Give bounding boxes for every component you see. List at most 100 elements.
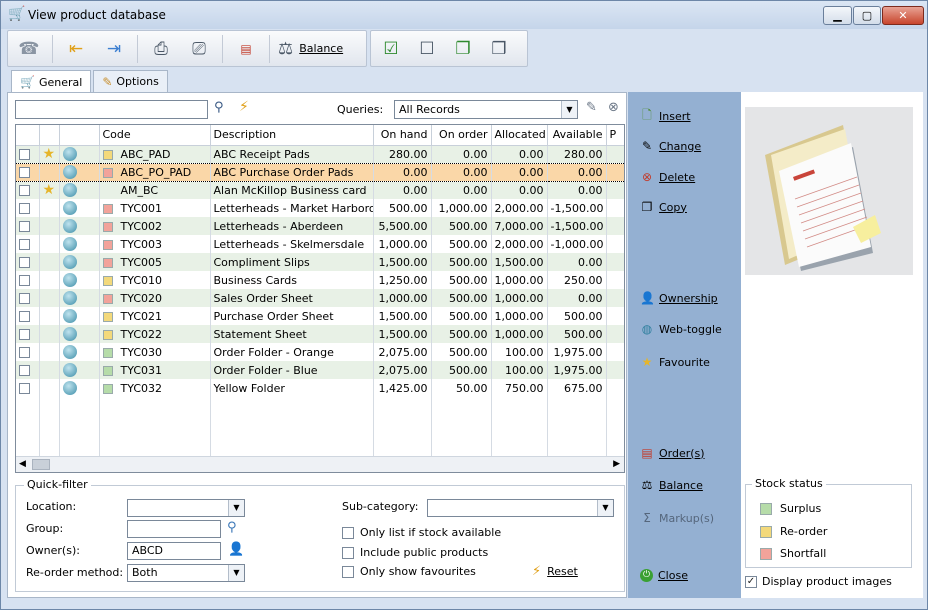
- reset-button[interactable]: ⚡ Reset: [532, 564, 578, 579]
- row-checkbox-cell[interactable]: [16, 307, 40, 325]
- table-row[interactable]: TYC030 Order Folder - Orange 2,075.00 500.0…: [16, 343, 624, 361]
- row-checkbox[interactable]: [19, 347, 30, 358]
- copy-button[interactable]: ❐ Copy: [640, 200, 687, 214]
- row-checkbox-cell[interactable]: [16, 199, 40, 217]
- table-row[interactable]: TYC031 Order Folder - Blue 2,075.00 500.00 1…: [16, 361, 624, 379]
- search-input[interactable]: [15, 100, 208, 119]
- lightning-icon[interactable]: ⚡: [239, 99, 249, 115]
- table-row[interactable]: TYC022 Statement Sheet 1,500.00 500.00 1,000…: [16, 325, 624, 343]
- col-header-on-order[interactable]: On order: [431, 125, 492, 146]
- scroll-left-icon[interactable]: ◀: [19, 459, 26, 469]
- product-grid[interactable]: Code Description On hand On order Alloca…: [15, 124, 625, 473]
- export-arrow-icon[interactable]: ⇥: [99, 35, 129, 63]
- print-icon[interactable]: ⎙: [146, 35, 176, 63]
- table-row[interactable]: TYC002 Letterheads - Aberdeen 5,500.00 500.…: [16, 217, 624, 235]
- import-arrow-icon[interactable]: ⇤: [61, 35, 91, 63]
- favourite-button[interactable]: ★ Favourite: [640, 355, 710, 369]
- col-header-web[interactable]: [59, 125, 100, 146]
- close-window-button[interactable]: ✕: [882, 6, 924, 25]
- only-stock-available-checkbox[interactable]: Only list if stock available: [342, 526, 501, 539]
- row-checkbox-cell[interactable]: [16, 343, 40, 361]
- row-checkbox[interactable]: [19, 275, 30, 286]
- delete-button[interactable]: ⊗ Delete: [640, 170, 695, 184]
- col-header-p[interactable]: P: [606, 125, 624, 146]
- reorder-method-select[interactable]: Both ▼: [127, 564, 245, 582]
- scroll-thumb[interactable]: [32, 459, 50, 470]
- col-header-check[interactable]: [16, 125, 40, 146]
- table-row[interactable]: TYC032 Yellow Folder 1,425.00 50.00 750.00 67…: [16, 379, 624, 397]
- row-checkbox-cell[interactable]: [16, 361, 40, 379]
- row-checkbox-cell[interactable]: [16, 253, 40, 271]
- row-checkbox[interactable]: [19, 365, 30, 376]
- table-row[interactable]: TYC021 Purchase Order Sheet 1,500.00 500.00…: [16, 307, 624, 325]
- change-button[interactable]: ✎ Change: [640, 139, 701, 153]
- location-select[interactable]: ▼: [127, 499, 245, 517]
- display-product-images-checkbox[interactable]: Display product images: [745, 575, 892, 588]
- row-checkbox[interactable]: [19, 149, 30, 160]
- col-header-code[interactable]: Code: [99, 125, 211, 146]
- row-checkbox-cell[interactable]: [16, 181, 40, 199]
- purchase-order-icon[interactable]: ▤: [231, 35, 261, 63]
- select-checked-icon[interactable]: ☑: [377, 35, 405, 63]
- table-row[interactable]: TYC001 Letterheads - Market Harborough500…: [16, 199, 624, 217]
- delete-query-icon[interactable]: ⊗: [608, 100, 619, 115]
- markups-button[interactable]: Σ Markup(s): [640, 511, 714, 525]
- row-checkbox[interactable]: [19, 383, 30, 394]
- table-row[interactable]: TYC020 Sales Order Sheet 1,000.00 500.00 1,0…: [16, 289, 624, 307]
- orders-button[interactable]: ▤ Order(s): [640, 446, 704, 460]
- queries-select[interactable]: All Records ▼: [394, 100, 578, 119]
- col-header-description[interactable]: Description: [210, 125, 374, 146]
- deselect-all-icon[interactable]: ❒: [485, 35, 513, 63]
- row-checkbox[interactable]: [19, 167, 30, 178]
- minimize-button[interactable]: ▁: [823, 6, 852, 25]
- row-checkbox-cell[interactable]: [16, 162, 40, 182]
- row-checkbox[interactable]: [19, 293, 30, 304]
- scroll-right-icon[interactable]: ▶: [613, 459, 620, 469]
- insert-button[interactable]: 🗋 Insert: [640, 106, 690, 127]
- include-public-checkbox[interactable]: Include public products: [342, 546, 488, 559]
- row-checkbox-cell[interactable]: [16, 325, 40, 343]
- horizontal-scrollbar[interactable]: ◀ ▶: [16, 456, 624, 472]
- person-icon[interactable]: 👤: [228, 542, 244, 557]
- select-none-icon[interactable]: ☐: [413, 35, 441, 63]
- search-icon[interactable]: ⚲: [227, 520, 237, 535]
- group-input[interactable]: [127, 520, 221, 538]
- balance-button[interactable]: ⚖ Balance: [640, 478, 703, 492]
- select-all-icon[interactable]: ❐: [449, 35, 477, 63]
- table-row[interactable]: TYC003 Letterheads - Skelmersdale 1,000.00…: [16, 235, 624, 253]
- table-row[interactable]: TYC010 Business Cards 1,250.00 500.00 1,000.…: [16, 271, 624, 289]
- tab-options[interactable]: ✎ Options: [93, 70, 168, 92]
- row-checkbox[interactable]: [19, 239, 30, 250]
- row-checkbox-cell[interactable]: [16, 271, 40, 289]
- row-checkbox-cell[interactable]: [16, 289, 40, 307]
- binoculars-icon[interactable]: ⚲: [214, 100, 224, 115]
- web-toggle-button[interactable]: ◍ Web-toggle: [640, 322, 722, 336]
- col-header-on-hand[interactable]: On hand: [373, 125, 432, 146]
- maximize-button[interactable]: ▢: [853, 6, 881, 25]
- subcategory-select[interactable]: ▼: [427, 499, 614, 517]
- balance-toolbar-button[interactable]: ⚖ Balance: [278, 39, 343, 59]
- tab-general[interactable]: 🛒 General: [11, 70, 92, 93]
- edit-query-icon[interactable]: ✎: [586, 100, 597, 115]
- col-header-available[interactable]: Available: [547, 125, 607, 146]
- row-checkbox[interactable]: [19, 329, 30, 340]
- table-row[interactable]: TYC005 Compliment Slips 1,500.00 500.00 1,50…: [16, 253, 624, 271]
- phone-icon[interactable]: ☎: [14, 35, 44, 63]
- row-checkbox[interactable]: [19, 203, 30, 214]
- row-checkbox[interactable]: [19, 257, 30, 268]
- table-row[interactable]: ★ AM_BC Alan McKillop Business card 0.00 0.0…: [16, 181, 624, 199]
- close-button[interactable]: ⏻ Close: [640, 569, 688, 582]
- ownership-button[interactable]: 👤 Ownership: [640, 291, 718, 305]
- row-checkbox[interactable]: [19, 221, 30, 232]
- row-checkbox[interactable]: [19, 185, 30, 197]
- table-row[interactable]: ABC_PO_PAD ABC Purchase Order Pads 0.00 0.0…: [16, 162, 624, 182]
- row-checkbox[interactable]: [19, 311, 30, 322]
- owner-input[interactable]: ABCD: [127, 542, 221, 560]
- col-header-fav[interactable]: [39, 125, 60, 146]
- row-checkbox-cell[interactable]: [16, 217, 40, 235]
- row-checkbox-cell[interactable]: [16, 235, 40, 253]
- table-row[interactable]: ★ ABC_PAD ABC Receipt Pads 280.00 0.00 0.00 28…: [16, 145, 624, 163]
- only-favourites-checkbox[interactable]: Only show favourites: [342, 565, 476, 578]
- col-header-allocated[interactable]: Allocated: [491, 125, 548, 146]
- print-preview-icon[interactable]: ⎚: [184, 35, 214, 63]
